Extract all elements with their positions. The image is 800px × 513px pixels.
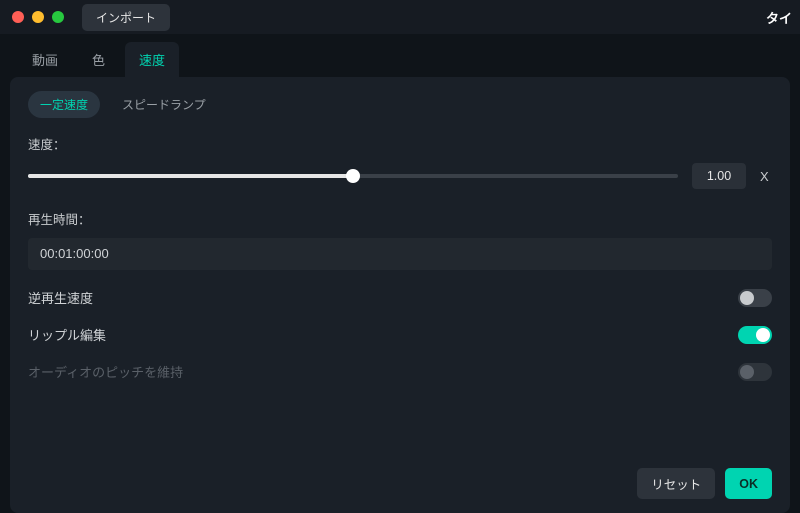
reverse-speed-row: 逆再生速度 bbox=[28, 288, 772, 307]
panel-footer: リセット OK bbox=[637, 468, 772, 499]
duration-input[interactable]: 00:01:00:00 bbox=[28, 238, 772, 270]
speed-slider-thumb[interactable] bbox=[346, 169, 360, 183]
maximize-icon[interactable] bbox=[52, 11, 64, 23]
window-controls bbox=[12, 11, 64, 23]
speed-unit: X bbox=[760, 169, 772, 184]
subtab-speed-ramp[interactable]: スピードランプ bbox=[110, 91, 218, 118]
speed-slider-row: 1.00 X bbox=[28, 163, 772, 189]
pitch-toggle bbox=[738, 363, 772, 381]
ripple-edit-label: リップル編集 bbox=[28, 325, 106, 344]
speed-panel: 一定速度 スピードランプ 速度： 1.00 X 再生時間： 00:01:00:0… bbox=[10, 77, 790, 513]
ok-button[interactable]: OK bbox=[725, 468, 772, 499]
titlebar: インポート タイ bbox=[0, 0, 800, 34]
tab-color[interactable]: 色 bbox=[78, 42, 119, 77]
window-title: タイ bbox=[766, 8, 792, 27]
speed-slider-fill bbox=[28, 174, 353, 178]
top-tabs: 動画 色 速度 bbox=[0, 34, 800, 77]
minimize-icon[interactable] bbox=[32, 11, 44, 23]
speed-subtabs: 一定速度 スピードランプ bbox=[28, 91, 772, 118]
pitch-label: オーディオのピッチを維持 bbox=[28, 362, 183, 381]
reverse-speed-toggle[interactable] bbox=[738, 289, 772, 307]
pitch-row: オーディオのピッチを維持 bbox=[28, 362, 772, 381]
import-button[interactable]: インポート bbox=[82, 4, 170, 31]
tab-speed[interactable]: 速度 bbox=[125, 42, 179, 77]
subtab-constant-speed[interactable]: 一定速度 bbox=[28, 91, 100, 118]
duration-label: 再生時間： bbox=[28, 209, 772, 228]
speed-label: 速度： bbox=[28, 134, 772, 153]
speed-slider[interactable] bbox=[28, 174, 678, 178]
speed-value-input[interactable]: 1.00 bbox=[692, 163, 746, 189]
ripple-edit-toggle[interactable] bbox=[738, 326, 772, 344]
ripple-edit-row: リップル編集 bbox=[28, 325, 772, 344]
close-icon[interactable] bbox=[12, 11, 24, 23]
reverse-speed-label: 逆再生速度 bbox=[28, 288, 93, 307]
tab-video[interactable]: 動画 bbox=[18, 42, 72, 77]
reset-button[interactable]: リセット bbox=[637, 468, 715, 499]
